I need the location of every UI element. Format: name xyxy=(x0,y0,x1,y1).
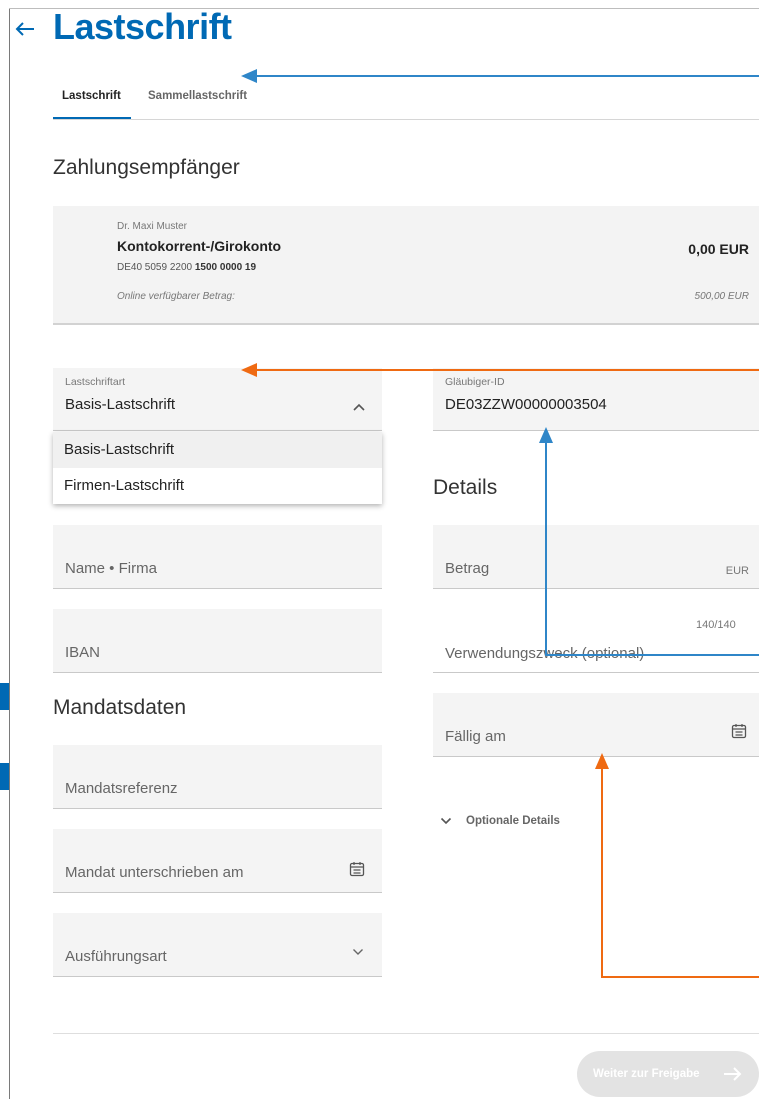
account-amount: 0,00 EUR xyxy=(688,241,749,257)
iban-prefix: DE40 5059 2200 xyxy=(117,262,193,273)
payee-heading: Zahlungsempfänger xyxy=(53,156,240,179)
mandate-reference-placeholder: Mandatsreferenz xyxy=(65,780,178,797)
calendar-icon[interactable] xyxy=(349,861,365,877)
page-title: Lastschrift xyxy=(53,6,232,47)
due-date-input[interactable]: Fällig am xyxy=(433,693,759,757)
side-marker xyxy=(0,763,9,790)
creditor-id-field[interactable]: Gläubiger-ID DE03ZZW00000003504 xyxy=(433,368,759,431)
iban-suffix: 1500 0000 19 xyxy=(194,262,257,273)
debit-type-select[interactable]: Lastschriftart Basis-Lastschrift xyxy=(53,368,382,431)
chevron-down-icon xyxy=(353,949,363,955)
debit-type-dropdown: Basis-Lastschrift Firmen-Lastschrift xyxy=(53,432,382,504)
account-name: Kontokorrent-/Girokonto xyxy=(117,238,282,254)
calendar-icon[interactable] xyxy=(731,723,747,739)
chevron-down-icon xyxy=(440,817,452,825)
debit-type-label: Lastschriftart xyxy=(65,376,126,388)
debit-type-value: Basis-Lastschrift xyxy=(65,396,176,413)
due-date-placeholder: Fällig am xyxy=(445,728,506,745)
account-card[interactable]: Dr. Maxi Muster Kontokorrent-/Girokonto … xyxy=(53,206,759,325)
next-button-label: Weiter zur Freigabe xyxy=(593,1068,700,1080)
name-company-input[interactable]: Name • Firma xyxy=(53,525,382,589)
back-arrow-icon[interactable] xyxy=(12,16,38,42)
annotation-line xyxy=(601,768,759,978)
purpose-char-counter: 140/140 xyxy=(696,619,736,631)
amount-currency: EUR xyxy=(725,565,749,577)
amount-input[interactable]: Betrag EUR xyxy=(433,525,759,589)
iban-placeholder: IBAN xyxy=(65,644,101,661)
details-heading: Details xyxy=(433,476,498,499)
execution-type-select[interactable]: Ausführungsart xyxy=(53,913,382,977)
creditor-id-label: Gläubiger-ID xyxy=(445,376,505,388)
chevron-up-icon xyxy=(353,403,365,411)
mandate-signed-placeholder: Mandat unterschrieben am xyxy=(65,864,244,881)
available-balance-label: Online verfügbarer Betrag: xyxy=(117,291,235,302)
tab-lastschrift[interactable]: Lastschrift xyxy=(62,90,121,102)
amount-placeholder: Betrag xyxy=(445,560,490,577)
arrow-right-icon xyxy=(724,1067,742,1081)
option-firmen-lastschrift[interactable]: Firmen-Lastschrift xyxy=(53,468,382,504)
arrowhead xyxy=(241,69,257,83)
side-marker xyxy=(0,683,9,710)
option-basis-lastschrift[interactable]: Basis-Lastschrift xyxy=(53,432,382,468)
purpose-placeholder: Verwendungszweck (optional) xyxy=(445,645,645,662)
execution-type-placeholder: Ausführungsart xyxy=(65,948,167,965)
iban-input[interactable]: IBAN xyxy=(53,609,382,673)
mandate-signed-date-input[interactable]: Mandat unterschrieben am xyxy=(53,829,382,893)
account-iban: DE40 5059 2200 1500 0000 19 xyxy=(117,262,256,273)
mandate-heading: Mandatsdaten xyxy=(53,696,187,719)
account-owner: Dr. Maxi Muster xyxy=(117,221,188,232)
footer-divider xyxy=(53,1033,759,1034)
creditor-id-value: DE03ZZW00000003504 xyxy=(445,396,607,413)
tab-sammellastschrift[interactable]: Sammellastschrift xyxy=(148,90,247,102)
optional-details-toggle[interactable]: Optionale Details xyxy=(440,815,560,827)
window-left-border xyxy=(9,8,10,1099)
available-balance-value: 500,00 EUR xyxy=(694,291,749,302)
purpose-input[interactable]: Verwendungszweck (optional) xyxy=(433,638,759,673)
next-to-approval-button[interactable]: Weiter zur Freigabe xyxy=(577,1051,759,1097)
optional-details-label: Optionale Details xyxy=(466,815,560,827)
tab-divider xyxy=(53,119,759,120)
mandate-reference-input[interactable]: Mandatsreferenz xyxy=(53,745,382,809)
name-company-placeholder: Name • Firma xyxy=(65,560,157,577)
